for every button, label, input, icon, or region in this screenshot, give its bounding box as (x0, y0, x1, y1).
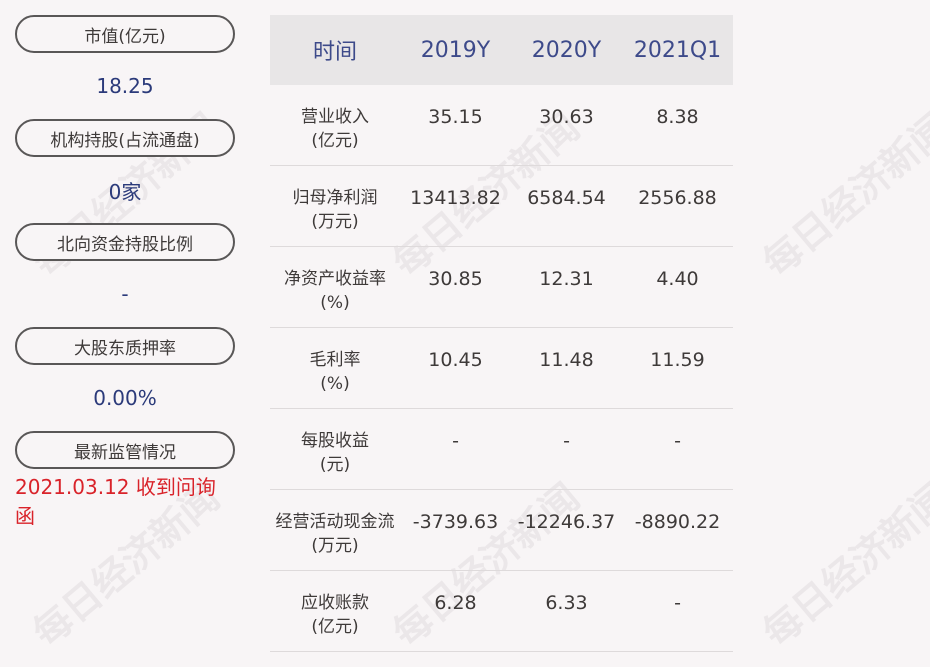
table-row: 净资产收益率 (%) 30.85 12.31 4.40 (270, 247, 733, 328)
table-cell: 6584.54 (527, 187, 606, 209)
pledge-ratio-value: 0.00% (93, 386, 157, 410)
table-cell: - (674, 592, 681, 614)
table-cell: 30.63 (539, 106, 594, 128)
table-cell: 4.40 (656, 268, 699, 290)
table-row: 营业收入 (亿元) 35.15 30.63 8.38 (270, 85, 733, 166)
table-cell: - (563, 430, 570, 452)
table-cell: 12.31 (539, 268, 594, 290)
table-row: 毛利率 (%) 10.45 11.48 11.59 (270, 328, 733, 409)
watermark: 每日经济新闻 (754, 105, 930, 286)
table-cell: 10.45 (428, 349, 483, 371)
row-label: 归母净利润 (万元) (292, 188, 378, 232)
northbound-holding-label: 北向资金持股比例 (15, 223, 235, 261)
row-label: 净资产收益率 (%) (284, 269, 386, 313)
row-label: 应收账款 (亿元) (301, 593, 369, 637)
table-cell: 2556.88 (638, 187, 717, 209)
table-cell: - (452, 430, 459, 452)
table-cell: -3739.63 (412, 511, 499, 533)
row-label: 营业收入 (亿元) (301, 107, 369, 151)
table-cell: 11.59 (650, 349, 705, 371)
header-2019y: 2019Y (420, 37, 491, 63)
market-cap-label: 市值(亿元) (15, 15, 235, 53)
table-cell: 6.33 (545, 592, 588, 614)
financial-table: 时间 2019Y 2020Y 2021Q1 营业收入 (亿元) 35.15 30.… (270, 15, 733, 652)
table-row: 归母净利润 (万元) 13413.82 6584.54 2556.88 (270, 166, 733, 247)
table-row: 每股收益 (元) - - - (270, 409, 733, 490)
table-cell: 30.85 (428, 268, 483, 290)
table-cell: 6.28 (434, 592, 477, 614)
table-row: 应收账款 (亿元) 6.28 6.33 - (270, 571, 733, 652)
northbound-holding-value: - (121, 282, 129, 306)
table-header: 时间 2019Y 2020Y 2021Q1 (270, 15, 733, 85)
header-2021q1: 2021Q1 (633, 37, 722, 63)
row-label: 每股收益 (元) (301, 431, 369, 475)
table-cell: 35.15 (428, 106, 483, 128)
institutional-holding-label: 机构持股(占流通盘) (15, 119, 235, 157)
summary-panel: 市值(亿元) 18.25 机构持股(占流通盘) 0家 北向资金持股比例 - 大股… (15, 15, 235, 531)
table-cell: -8890.22 (634, 511, 721, 533)
table-cell: 8.38 (656, 106, 699, 128)
row-label: 毛利率 (%) (309, 350, 361, 394)
market-cap-value: 18.25 (96, 74, 154, 98)
regulatory-status-value: 2021.03.12 收到问询函 (15, 475, 216, 528)
table-cell: 11.48 (539, 349, 594, 371)
table-cell: -12246.37 (517, 511, 616, 533)
regulatory-status-label: 最新监管情况 (15, 431, 235, 469)
header-2020y: 2020Y (531, 37, 602, 63)
table-cell: 13413.82 (410, 187, 501, 209)
institutional-holding-value: 0家 (108, 179, 142, 204)
header-period: 时间 (312, 40, 357, 65)
table-cell: - (674, 430, 681, 452)
row-label: 经营活动现金流 (万元) (275, 512, 395, 556)
watermark: 每日经济新闻 (754, 475, 930, 656)
pledge-ratio-label: 大股东质押率 (15, 327, 235, 365)
table-row: 经营活动现金流 (万元) -3739.63 -12246.37 -8890.22 (270, 490, 733, 571)
